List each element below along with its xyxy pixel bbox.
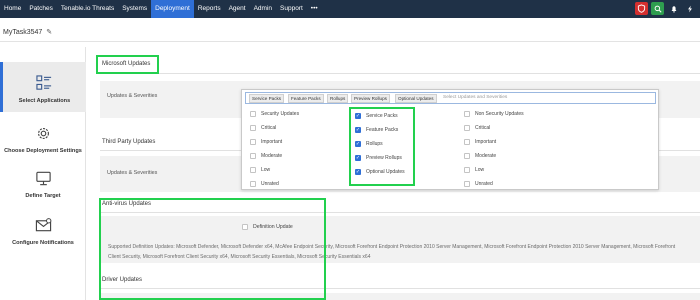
nav-tenable-threats[interactable]: Tenable.io Threats (57, 0, 118, 18)
checkbox[interactable] (250, 111, 256, 117)
option-nonsec-critical[interactable]: Critical (464, 125, 490, 131)
nav-deployment[interactable]: Deployment (151, 0, 194, 18)
chip-optional-updates[interactable]: Optional Updates (395, 94, 437, 103)
option-nonsec-unrated[interactable]: Unrated (464, 181, 493, 187)
highlight-antivirus-section (99, 198, 326, 300)
step-label: Select Applications (18, 98, 71, 104)
grid-list-icon (36, 74, 54, 92)
section-title-third-party: Third Party Updates (102, 139, 156, 145)
step-configure-notifications[interactable]: Configure Notifications (0, 204, 86, 254)
chip-rollups[interactable]: Rollups (327, 94, 349, 103)
nav-systems[interactable]: Systems (118, 0, 151, 18)
step-label: Configure Notifications (12, 240, 74, 246)
option-security-unrated[interactable]: Unrated (250, 181, 279, 187)
dropdown-placeholder[interactable]: Select Updates and Severities (443, 95, 507, 100)
task-title: MyTask3547 (3, 28, 43, 36)
nav-support[interactable]: Support (276, 0, 307, 18)
checkbox[interactable] (464, 167, 470, 173)
checkbox[interactable] (464, 139, 470, 145)
option-label: Non Security Updates (475, 111, 524, 117)
checkbox[interactable] (464, 181, 470, 187)
nav-agent[interactable]: Agent (225, 0, 250, 18)
option-security-updates[interactable]: Security Updates (250, 111, 299, 117)
step-deployment-settings[interactable]: Choose Deployment Settings (0, 112, 86, 162)
wizard-steps: Select Applications Choose Deployment Se… (0, 47, 86, 300)
updates-severities-label: Updates & Severities (107, 170, 158, 176)
checkbox[interactable] (250, 139, 256, 145)
nav-patches[interactable]: Patches (25, 0, 57, 18)
highlight-update-types (349, 107, 415, 186)
option-nonsec-moderate[interactable]: Moderate (464, 153, 496, 159)
top-nav: Home Patches Tenable.io Threats Systems … (0, 0, 700, 18)
bell-icon[interactable] (667, 2, 680, 15)
option-label: Low (475, 167, 485, 173)
highlight-microsoft-title (96, 55, 159, 74)
checkbox[interactable] (250, 153, 256, 159)
checkbox[interactable] (250, 181, 256, 187)
checkbox[interactable] (464, 153, 470, 159)
option-security-critical[interactable]: Critical (250, 125, 276, 131)
checkbox[interactable] (250, 125, 256, 131)
gear-icon (34, 124, 52, 142)
title-divider (0, 41, 700, 42)
step-label: Choose Deployment Settings (4, 148, 82, 154)
option-label: Moderate (475, 153, 497, 159)
option-label: Important (475, 139, 497, 145)
checkbox[interactable] (250, 167, 256, 173)
chip-feature-packs[interactable]: Feature Packs (288, 94, 324, 103)
updates-severities-dropdown[interactable]: Service Packs Feature Packs Rollups Prev… (241, 89, 659, 190)
nav-reports[interactable]: Reports (194, 0, 225, 18)
checkbox[interactable] (464, 111, 470, 117)
option-label: Unrated (475, 181, 493, 187)
option-security-important[interactable]: Important (250, 139, 282, 145)
chip-preview-rollups[interactable]: Preview Rollups (351, 94, 390, 103)
nav-more-icon[interactable]: ••• (307, 0, 322, 18)
step-label: Define Target (25, 193, 61, 199)
option-nonsec-important[interactable]: Important (464, 139, 496, 145)
option-nonsec-low[interactable]: Low (464, 167, 484, 173)
nav-home[interactable]: Home (0, 0, 25, 18)
section-divider (100, 73, 700, 74)
option-security-low[interactable]: Low (250, 167, 270, 173)
edit-pencil-icon[interactable]: ✎ (46, 28, 52, 36)
option-label: Security Updates (261, 111, 300, 117)
checkbox[interactable] (464, 125, 470, 131)
step-define-target[interactable]: Define Target (0, 157, 86, 207)
option-label: Important (261, 139, 283, 145)
option-label: Moderate (261, 153, 283, 159)
option-label: Critical (261, 125, 277, 131)
envelope-icon (34, 216, 52, 234)
option-security-moderate[interactable]: Moderate (250, 153, 282, 159)
option-label: Unrated (261, 181, 279, 187)
option-non-security-updates[interactable]: Non Security Updates (464, 111, 524, 117)
monitor-icon (34, 169, 52, 187)
shield-icon[interactable] (635, 2, 648, 15)
option-label: Low (261, 167, 271, 173)
updates-severities-label: Updates & Severities (107, 93, 158, 99)
selected-chips-bar[interactable]: Service Packs Feature Packs Rollups Prev… (245, 92, 656, 104)
search-icon[interactable] (651, 2, 664, 15)
option-label: Critical (475, 125, 491, 131)
nav-admin[interactable]: Admin (250, 0, 276, 18)
chip-service-packs[interactable]: Service Packs (249, 94, 285, 103)
step-select-applications[interactable]: Select Applications (0, 62, 86, 112)
bolt-icon[interactable] (683, 2, 696, 15)
task-title-row: MyTask3547 ✎ (3, 28, 52, 37)
